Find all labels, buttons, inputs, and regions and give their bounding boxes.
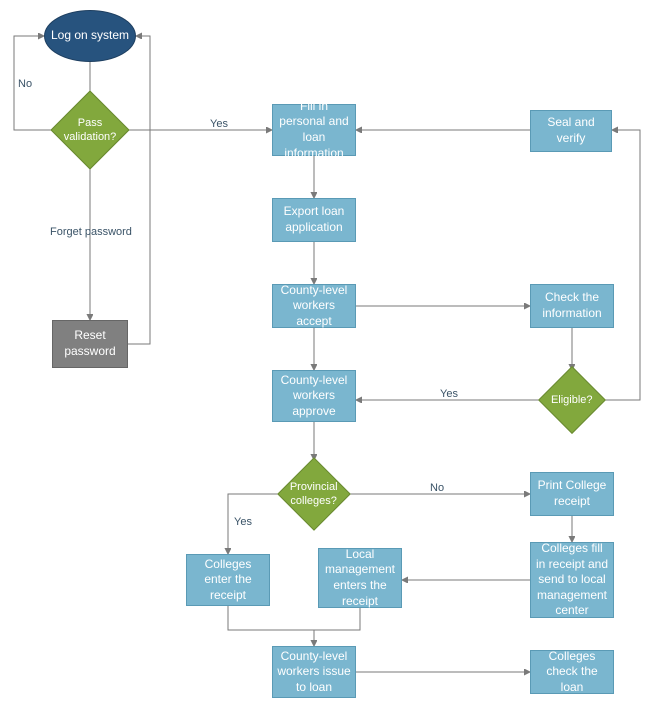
- edge-label-yes: Yes: [210, 118, 228, 130]
- colleges-enter-label: Colleges enter the receipt: [191, 557, 265, 604]
- county-approve-node: County-level workers approve: [272, 370, 356, 422]
- county-accept-node: County-level workers accept: [272, 284, 356, 328]
- print-receipt-label: Print College receipt: [535, 478, 609, 509]
- county-accept-label: County-level workers accept: [277, 283, 351, 330]
- check-info-node: Check the information: [530, 284, 614, 328]
- county-issue-label: County-level workers issue to loan: [277, 649, 351, 696]
- start-label: Log on system: [51, 28, 129, 44]
- reset-password-node: Reset password: [52, 320, 128, 368]
- colleges-send-label: Colleges fill in receipt and send to loc…: [535, 541, 609, 619]
- export-loan-label: Export loan application: [277, 204, 351, 235]
- edge-label-no: No: [18, 78, 32, 90]
- edge-label-no-2: No: [430, 482, 444, 494]
- colleges-enter-node: Colleges enter the receipt: [186, 554, 270, 606]
- forget-password-label: Forget password: [50, 226, 132, 238]
- print-receipt-node: Print College receipt: [530, 472, 614, 516]
- check-info-label: Check the information: [535, 290, 609, 321]
- export-loan-node: Export loan application: [272, 198, 356, 242]
- fill-info-label: Fill in personal and loan information: [277, 99, 351, 161]
- local-management-node: Local management enters the receipt: [318, 548, 402, 608]
- seal-verify-label: Seal and verify: [535, 115, 607, 146]
- pass-validation-label: Pass validation?: [64, 116, 117, 145]
- local-management-label: Local management enters the receipt: [323, 547, 397, 609]
- seal-verify-node: Seal and verify: [530, 110, 612, 152]
- edge-label-yes-3: Yes: [234, 516, 252, 528]
- eligible-label: Eligible?: [551, 393, 593, 407]
- fill-info-node: Fill in personal and loan information: [272, 104, 356, 156]
- colleges-send-node: Colleges fill in receipt and send to loc…: [530, 542, 614, 618]
- county-issue-node: County-level workers issue to loan: [272, 646, 356, 698]
- provincial-label: Provincial colleges?: [290, 480, 338, 509]
- flowchart-canvas: Log on system Pass validation? Forget pa…: [0, 0, 663, 711]
- county-approve-label: County-level workers approve: [277, 373, 351, 420]
- colleges-check-node: Colleges check the loan: [530, 650, 614, 694]
- start-node: Log on system: [44, 10, 136, 62]
- edge-label-yes-2: Yes: [440, 388, 458, 400]
- colleges-check-label: Colleges check the loan: [535, 649, 609, 696]
- reset-password-label: Reset password: [57, 328, 123, 359]
